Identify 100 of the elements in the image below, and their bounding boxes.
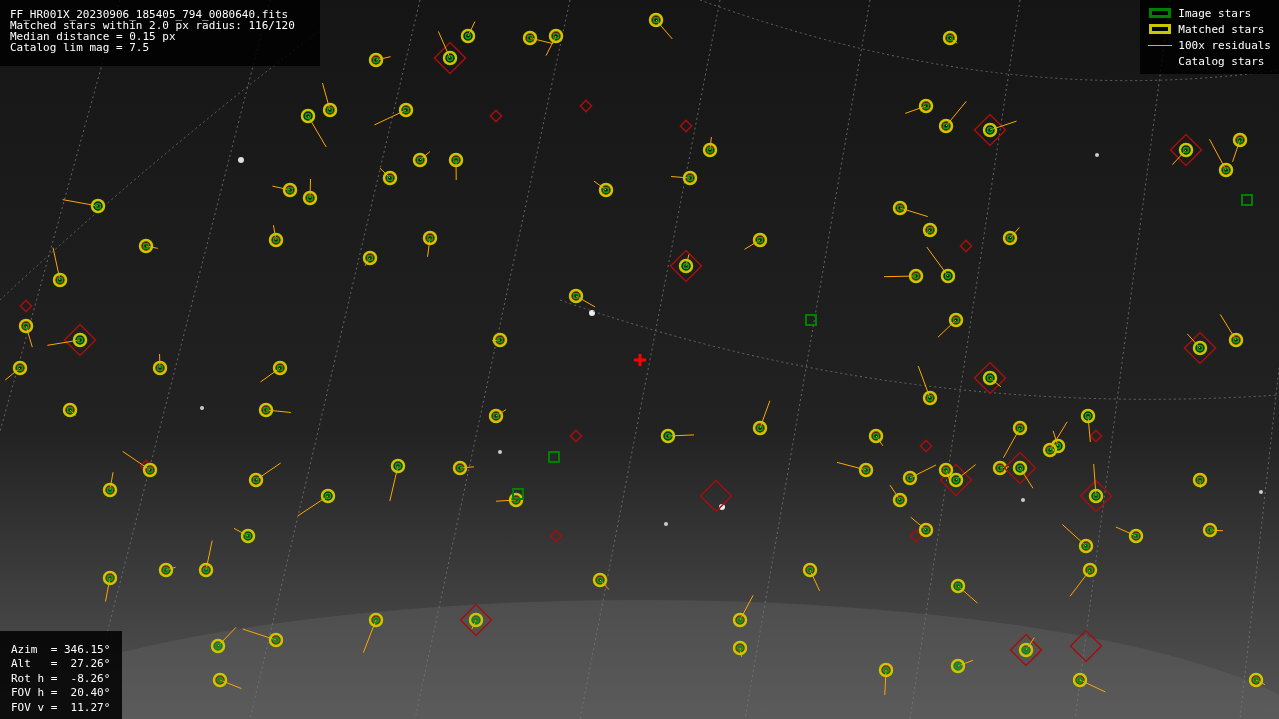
matched-star-marker <box>926 246 956 284</box>
matched-star-marker <box>568 288 596 308</box>
catalog-star-marker <box>139 459 153 473</box>
matched-star-marker <box>62 198 106 214</box>
matched-star-marker <box>904 98 934 114</box>
matched-star-marker <box>233 527 256 544</box>
matched-star-marker <box>950 578 979 604</box>
matched-star-marker <box>495 492 524 508</box>
catalog-star-marker <box>579 99 593 113</box>
matched-star-marker <box>302 178 318 206</box>
matched-star-marker <box>922 222 938 238</box>
info-text: Median distance = 0.15 px <box>10 31 176 42</box>
catalog-star-marker <box>19 299 33 313</box>
matched-star-marker <box>910 516 934 538</box>
matched-star-marker <box>448 152 464 181</box>
matched-star-marker <box>1009 633 1043 667</box>
catalog-star-marker <box>679 119 693 133</box>
matched-star-marker <box>389 458 406 502</box>
matched-star-marker <box>1219 313 1244 348</box>
matched-star-marker <box>1061 523 1094 554</box>
info-text: FOV v = 11.27° <box>11 700 111 715</box>
matched-star-marker <box>491 332 508 348</box>
matched-star-marker <box>362 250 378 267</box>
matched-star-marker <box>368 52 392 68</box>
catalog-star-marker <box>959 239 973 253</box>
matched-star-marker <box>938 100 967 134</box>
matched-star-marker <box>138 238 159 254</box>
matched-star-marker <box>883 268 924 284</box>
matched-star-marker <box>248 462 282 488</box>
matched-star-marker <box>1079 463 1113 513</box>
matched-star-marker <box>1080 408 1096 443</box>
matched-star-marker <box>422 230 438 258</box>
matched-star-marker <box>1069 562 1098 597</box>
catalog-star-marker <box>1089 429 1103 443</box>
matched-star-marker <box>836 461 874 478</box>
crosshair-icon <box>632 352 648 368</box>
matched-star-marker <box>373 102 414 126</box>
matched-star-marker <box>744 232 768 250</box>
matched-star-marker <box>660 428 695 444</box>
info-text: Alt = 27.26° <box>11 657 111 672</box>
matched-star-marker <box>242 628 284 648</box>
legend-label: Catalog stars <box>1178 55 1265 67</box>
matched-star-marker <box>942 30 958 46</box>
matched-star-marker <box>452 460 475 476</box>
matched-star-marker <box>732 640 748 658</box>
matched-star-marker <box>212 672 242 690</box>
matched-star-marker <box>802 562 821 592</box>
matched-star-marker <box>1192 472 1208 489</box>
catalog-star-marker <box>909 529 923 543</box>
matched-star-marker <box>362 612 384 654</box>
matched-star-marker <box>62 402 78 418</box>
matched-star-marker <box>593 180 614 198</box>
matched-star-marker <box>592 572 610 590</box>
matched-star-marker <box>268 224 284 248</box>
catalog-star-marker <box>699 479 733 513</box>
matched-star-marker <box>732 594 754 628</box>
legend-label: Matched stars <box>1178 23 1265 35</box>
catalog-star-marker <box>919 439 933 453</box>
info-text: Catalog lim mag = 7.5 <box>10 42 150 53</box>
matched-star-marker <box>258 402 292 418</box>
matched-star-marker <box>198 540 214 578</box>
matched-star-marker <box>1072 672 1106 693</box>
matched-star-marker <box>648 12 673 40</box>
info-text: Rot h = -8.26° <box>11 671 111 686</box>
matched-star-marker <box>1183 331 1217 365</box>
matched-star-marker <box>669 249 703 283</box>
matched-star-marker <box>1115 526 1144 544</box>
matched-star-marker <box>917 365 938 406</box>
matched-star-marker <box>102 570 118 603</box>
info-text: FOV h = 20.40° <box>11 686 111 701</box>
matched-star-marker <box>937 312 964 338</box>
matched-star-marker <box>702 136 718 158</box>
matched-star-marker <box>46 323 97 357</box>
matched-star-marker <box>670 170 698 186</box>
matched-star-marker <box>260 360 288 383</box>
matched-star-marker <box>210 626 237 654</box>
matched-star-marker <box>892 200 929 218</box>
catalog-star-marker <box>549 529 563 543</box>
matched-star-marker <box>752 400 771 436</box>
matched-star-marker <box>878 662 894 696</box>
catalog-star-marker <box>569 429 583 443</box>
matched-star-marker <box>950 658 974 674</box>
catalog-star-marker <box>1069 629 1103 663</box>
legend-label: Image stars <box>1178 7 1252 19</box>
legend-label: 100x residuals <box>1178 39 1271 51</box>
matched-star-marker <box>122 450 158 478</box>
matched-star-marker <box>973 113 1018 147</box>
matched-star-marker <box>4 360 28 381</box>
matched-star-marker <box>459 603 493 637</box>
matched-star-marker <box>297 488 336 517</box>
matched-star-marker <box>271 182 298 198</box>
info-text: Matched stars within 2.0 px radius: 116/120 <box>10 20 295 31</box>
matched-star-marker <box>973 361 1007 395</box>
matched-star-marker <box>1202 522 1224 538</box>
matched-star-marker <box>52 247 68 288</box>
info-text: Azim = 346.15° <box>11 642 111 657</box>
catalog-star-marker <box>489 109 503 123</box>
matched-star-marker <box>152 353 168 376</box>
matched-star-marker <box>18 318 34 348</box>
info-text: FF_HR001X_20230906_185405_794_0080640.fits <box>10 9 289 20</box>
